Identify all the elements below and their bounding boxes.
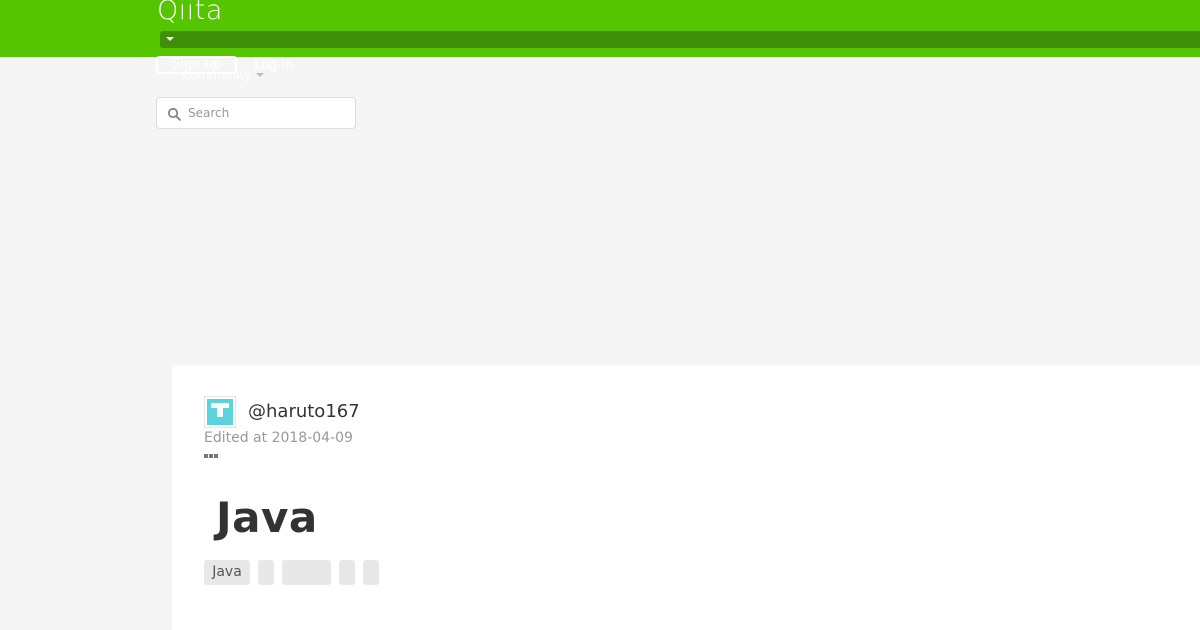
search-box <box>156 97 356 129</box>
edited-date: Edited at 2018-04-09 <box>204 430 353 446</box>
community-menu[interactable]: Community <box>182 68 251 82</box>
header-nav-bar <box>160 31 1200 48</box>
tag[interactable]: Java <box>204 560 250 585</box>
tag[interactable] <box>363 560 379 585</box>
chevron-down-icon[interactable] <box>164 33 176 45</box>
search-icon <box>167 107 181 121</box>
community-caret-icon[interactable] <box>256 73 264 77</box>
qiita-logo[interactable]: Qiita <box>157 0 223 28</box>
author-avatar[interactable] <box>204 396 236 428</box>
article-title: Java <box>216 493 318 542</box>
global-header: Qiita <box>0 0 1200 57</box>
author-name[interactable]: @haruto167 <box>248 401 360 423</box>
tag[interactable] <box>282 560 331 585</box>
login-link[interactable]: Log in <box>254 58 293 74</box>
tag[interactable] <box>258 560 274 585</box>
tag[interactable] <box>339 560 355 585</box>
search-input[interactable] <box>188 103 348 123</box>
more-options-icon[interactable] <box>204 454 220 460</box>
article-card: @haruto167 Edited at 2018-04-09 Java Jav… <box>172 365 1200 630</box>
